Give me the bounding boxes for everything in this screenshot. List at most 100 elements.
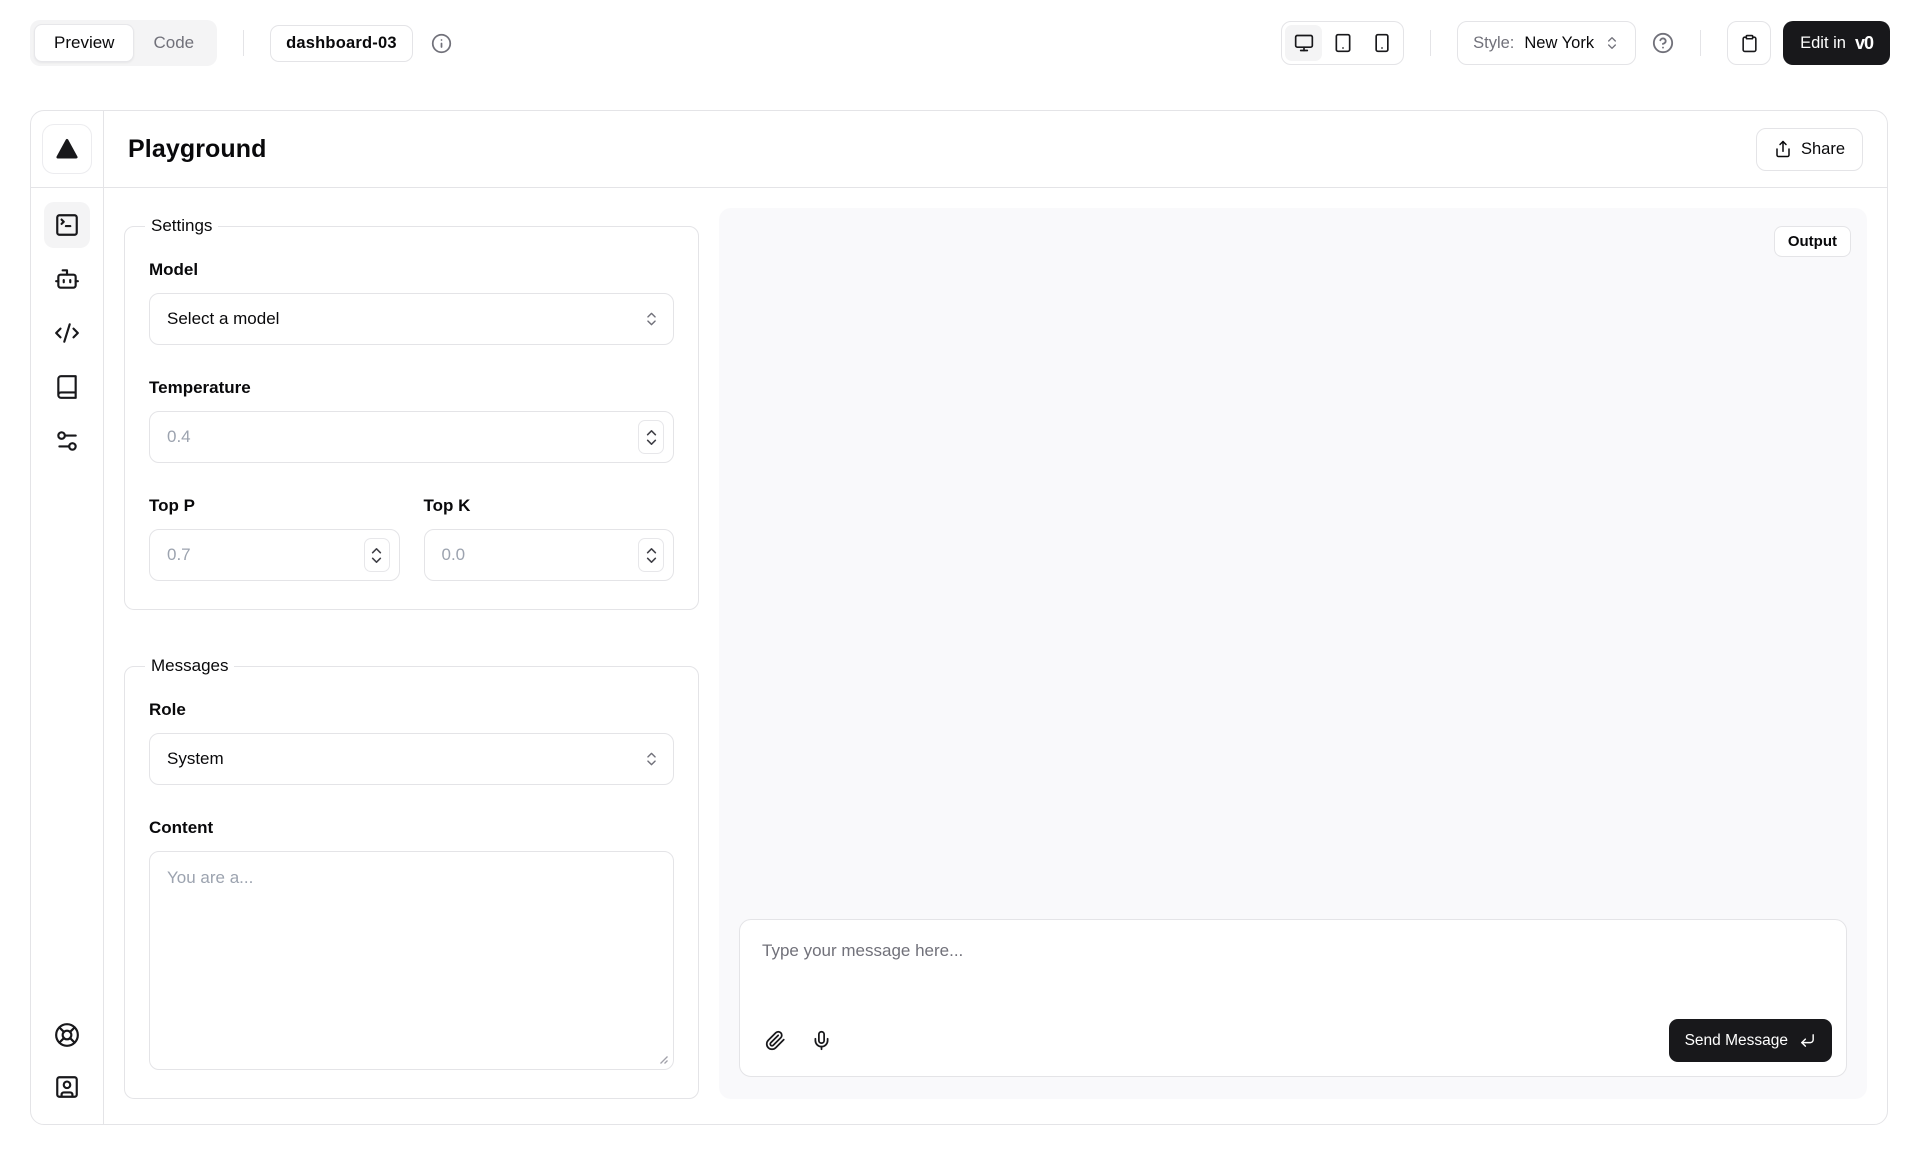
monitor-icon [1294,33,1314,53]
output-panel: Output [719,208,1867,1099]
sidebar-item-account[interactable] [44,1064,90,1110]
main: Settings Model Select a model [104,188,1887,1124]
content-textarea[interactable] [149,851,674,1070]
settings-fieldset: Settings Model Select a model [124,216,699,610]
share-button[interactable]: Share [1756,128,1863,171]
desktop-toggle-button[interactable] [1285,25,1322,61]
corner-down-left-icon [1799,1032,1816,1049]
message-input[interactable] [746,926,1840,1019]
project-badge: dashboard-03 [270,25,413,62]
role-select[interactable]: System [149,733,674,785]
home-logo-button[interactable] [42,124,92,174]
sidebar-nav [44,188,90,1012]
share-icon [1774,140,1792,158]
code-icon [54,320,80,346]
top-p-field: Top P [149,496,400,581]
toolbar-right: Style: New York [1281,21,1890,65]
messages-fieldset: Messages Role System [124,656,699,1099]
number-stepper[interactable] [638,420,664,454]
v0-logo-icon: v0 [1855,33,1873,54]
chevrons-up-down-icon [1604,35,1620,51]
send-message-label: Send Message [1685,1032,1788,1050]
life-buoy-icon [54,1022,80,1048]
messages-legend: Messages [145,656,234,676]
help-button[interactable] [1652,32,1674,54]
toolbar-divider [1430,30,1431,56]
top-k-field: Top K [424,496,675,581]
role-field: Role System [149,700,674,785]
tab-preview[interactable]: Preview [34,24,134,62]
chevrons-up-down-icon [643,311,660,328]
paperclip-icon [765,1030,786,1051]
role-label: Role [149,700,674,720]
output-badge: Output [1774,226,1851,257]
mobile-toggle-button[interactable] [1363,25,1400,61]
toolbar-divider [1700,30,1701,56]
mic-icon [811,1030,832,1051]
model-select-value: Select a model [167,309,279,329]
page-title: Playground [128,135,267,164]
tab-code[interactable]: Code [134,24,213,62]
triangle-logo-icon [54,136,80,162]
microphone-button[interactable] [802,1022,840,1060]
model-select[interactable]: Select a model [149,293,674,345]
sidebar-item-playground[interactable] [44,202,90,248]
preview-code-tabs: Preview Code [30,20,217,66]
content-field: Content [149,818,674,1070]
top-k-input[interactable] [442,545,657,565]
edit-in-v0-button[interactable]: Edit in v0 [1783,21,1890,65]
settings-column: Settings Model Select a model [124,208,699,1099]
style-select-label: Style: [1473,34,1514,53]
content-label: Content [149,818,674,838]
sidebar-footer [44,1012,90,1124]
sidebar-item-help[interactable] [44,1012,90,1058]
info-button[interactable] [431,33,452,54]
model-field: Model Select a model [149,260,674,345]
send-message-button[interactable]: Send Message [1669,1019,1832,1062]
clipboard-icon [1740,34,1759,53]
sidebar-header [31,111,103,188]
user-square-icon [54,1074,80,1100]
temperature-input[interactable] [167,427,656,447]
toolbar-divider [243,30,244,56]
share-button-label: Share [1801,140,1845,159]
copy-code-button[interactable] [1727,21,1771,65]
help-circle-icon [1652,32,1674,54]
app-frame: Playground Share Settings Model [30,110,1888,1125]
attach-file-button[interactable] [756,1022,794,1060]
composer-actions: Send Message [746,1019,1840,1070]
role-select-value: System [167,749,224,769]
sidebar-item-documentation[interactable] [44,364,90,410]
top-p-input[interactable] [167,545,382,565]
sidebar-item-api[interactable] [44,310,90,356]
settings-legend: Settings [145,216,218,236]
settings-sliders-icon [54,428,80,454]
top-k-label: Top K [424,496,675,516]
smartphone-icon [1372,33,1392,53]
page-header: Playground Share [104,111,1887,188]
square-terminal-icon [54,212,80,238]
book-icon [54,374,80,400]
sidebar-item-settings[interactable] [44,418,90,464]
bot-icon [54,266,80,292]
style-select-value: New York [1524,34,1594,53]
temperature-label: Temperature [149,378,674,398]
sidebar-item-models[interactable] [44,256,90,302]
top-toolbar: Preview Code dashboard-03 [0,0,1920,86]
style-select[interactable]: Style: New York [1457,21,1636,65]
info-icon [431,33,452,54]
top-p-top-k-row: Top P Top K [149,496,674,581]
top-p-label: Top P [149,496,400,516]
tablet-toggle-button[interactable] [1324,25,1361,61]
temperature-field: Temperature [149,378,674,463]
model-label: Model [149,260,674,280]
message-composer: Send Message [739,919,1847,1077]
chevrons-up-down-icon [643,751,660,768]
sidebar [31,111,104,1124]
tablet-icon [1333,33,1353,53]
content-area: Playground Share Settings Model [104,111,1887,1124]
number-stepper[interactable] [638,538,664,572]
device-toggle-group [1281,21,1404,65]
number-stepper[interactable] [364,538,390,572]
edit-in-v0-label: Edit in [1800,34,1846,53]
